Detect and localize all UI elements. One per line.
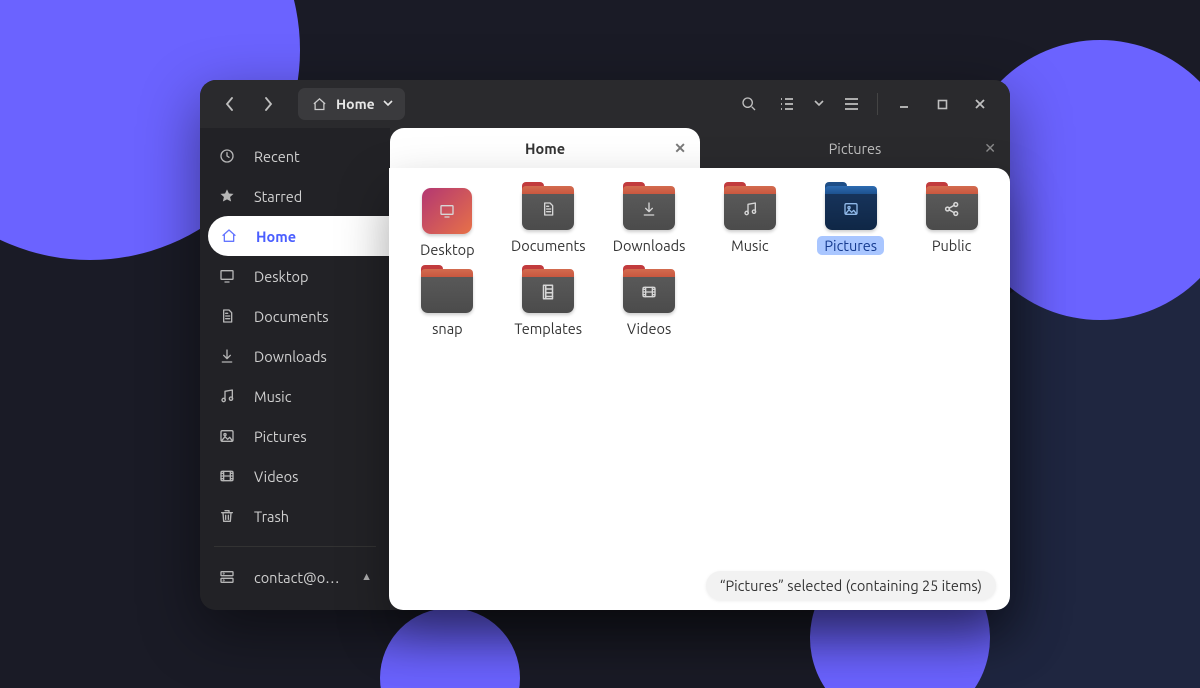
sidebar-item-label: Music bbox=[254, 388, 291, 405]
file-label: Public bbox=[925, 236, 979, 255]
view-list-button[interactable] bbox=[771, 88, 803, 120]
sidebar-item-label: Downloads bbox=[254, 348, 327, 365]
sidebar-mount-label: contact@o… bbox=[254, 569, 340, 586]
desktop-icon bbox=[218, 268, 236, 284]
sidebar-item-videos[interactable]: Videos bbox=[200, 456, 390, 496]
file-downloads[interactable]: Downloads bbox=[601, 184, 697, 263]
tab-label: Home bbox=[525, 140, 565, 157]
file-music[interactable]: Music bbox=[702, 184, 798, 263]
star-icon bbox=[218, 188, 236, 204]
download-icon bbox=[218, 348, 236, 364]
sidebar-item-label: Trash bbox=[254, 508, 289, 525]
file-label: Desktop bbox=[413, 240, 481, 259]
close-icon[interactable]: ✕ bbox=[674, 140, 686, 157]
sidebar-item-label: Starred bbox=[254, 188, 302, 205]
sidebar-separator bbox=[214, 546, 376, 547]
folder-icon bbox=[522, 188, 574, 230]
close-button[interactable] bbox=[964, 88, 996, 120]
status-text: “Pictures” selected (containing 25 items… bbox=[720, 577, 982, 594]
file-label: Downloads bbox=[606, 236, 693, 255]
close-icon[interactable]: ✕ bbox=[984, 140, 996, 157]
forward-button[interactable] bbox=[252, 88, 284, 120]
tab-label: Pictures bbox=[829, 140, 882, 157]
image-icon bbox=[218, 428, 236, 444]
chevron-down-icon bbox=[383, 100, 393, 108]
file-label: Music bbox=[724, 236, 775, 255]
titlebar: Home bbox=[200, 80, 1010, 128]
folder-icon bbox=[623, 271, 675, 313]
view-dropdown-button[interactable] bbox=[809, 88, 829, 120]
sidebar-item-music[interactable]: Music bbox=[200, 376, 390, 416]
home-icon bbox=[310, 97, 328, 112]
tab-bar: Home ✕ Pictures ✕ bbox=[390, 128, 1010, 168]
content-panel: Desktop Documents Downloads Music Pictures Pu… bbox=[389, 168, 1010, 610]
sidebar-item-label: Documents bbox=[254, 308, 329, 325]
sidebar-item-starred[interactable]: Starred bbox=[200, 176, 390, 216]
sidebar: Recent Starred Home Desktop Documents Downloa… bbox=[200, 128, 390, 610]
tab-pictures[interactable]: Pictures ✕ bbox=[700, 128, 1010, 168]
file-public[interactable]: Public bbox=[904, 184, 1000, 263]
server-icon bbox=[218, 569, 236, 585]
sidebar-item-documents[interactable]: Documents bbox=[200, 296, 390, 336]
main-panel: Home ✕ Pictures ✕ Desktop Documents Downlo… bbox=[390, 128, 1010, 610]
background-blob bbox=[380, 608, 520, 688]
sidebar-item-recent[interactable]: Recent bbox=[200, 136, 390, 176]
sidebar-item-label: Videos bbox=[254, 468, 298, 485]
file-grid: Desktop Documents Downloads Music Pictures Pu… bbox=[399, 184, 1000, 342]
file-manager-window: Home RecentStarredHo bbox=[200, 80, 1010, 610]
folder-icon bbox=[522, 271, 574, 313]
back-button[interactable] bbox=[214, 88, 246, 120]
file-snap[interactable]: snap bbox=[399, 267, 495, 342]
breadcrumb[interactable]: Home bbox=[298, 88, 405, 120]
doc-icon bbox=[522, 188, 574, 230]
titlebar-divider bbox=[877, 93, 878, 115]
sidebar-item-label: Home bbox=[256, 228, 296, 245]
template-icon bbox=[522, 271, 574, 313]
image-icon bbox=[825, 188, 877, 230]
breadcrumb-location: Home bbox=[336, 96, 375, 112]
video-icon bbox=[623, 271, 675, 313]
sidebar-item-label: Recent bbox=[254, 148, 300, 165]
clock-icon bbox=[218, 148, 236, 164]
hamburger-menu-button[interactable] bbox=[835, 88, 867, 120]
file-documents[interactable]: Documents bbox=[500, 184, 596, 263]
download-icon bbox=[623, 188, 675, 230]
folder-icon bbox=[421, 271, 473, 313]
file-label: Pictures bbox=[817, 236, 884, 255]
maximize-button[interactable] bbox=[926, 88, 958, 120]
folder-icon bbox=[623, 188, 675, 230]
desktop-icon bbox=[422, 188, 472, 234]
search-button[interactable] bbox=[733, 88, 765, 120]
file-label: snap bbox=[425, 319, 470, 338]
file-templates[interactable]: Templates bbox=[500, 267, 596, 342]
trash-icon bbox=[218, 508, 236, 524]
music-icon bbox=[724, 188, 776, 230]
sidebar-mount[interactable]: contact@o… ▲ bbox=[200, 557, 390, 597]
folder-icon bbox=[422, 188, 472, 234]
video-icon bbox=[218, 468, 236, 484]
doc-icon bbox=[218, 308, 236, 324]
file-videos[interactable]: Videos bbox=[601, 267, 697, 342]
file-label: Templates bbox=[507, 319, 589, 338]
sidebar-item-label: Pictures bbox=[254, 428, 307, 445]
sidebar-item-downloads[interactable]: Downloads bbox=[200, 336, 390, 376]
music-icon bbox=[218, 388, 236, 404]
home-icon bbox=[220, 228, 238, 244]
file-desktop[interactable]: Desktop bbox=[399, 184, 495, 263]
file-label: Documents bbox=[504, 236, 593, 255]
sidebar-item-label: Desktop bbox=[254, 268, 308, 285]
sidebar-item-desktop[interactable]: Desktop bbox=[200, 256, 390, 296]
folder-icon bbox=[825, 188, 877, 230]
status-bar: “Pictures” selected (containing 25 items… bbox=[706, 571, 996, 600]
sidebar-item-trash[interactable]: Trash bbox=[200, 496, 390, 536]
share-icon bbox=[926, 188, 978, 230]
folder-icon bbox=[724, 188, 776, 230]
sidebar-item-pictures[interactable]: Pictures bbox=[200, 416, 390, 456]
eject-icon[interactable]: ▲ bbox=[361, 571, 372, 583]
file-pictures[interactable]: Pictures bbox=[803, 184, 899, 263]
folder-icon bbox=[926, 188, 978, 230]
minimize-button[interactable] bbox=[888, 88, 920, 120]
tab-home[interactable]: Home ✕ bbox=[390, 128, 700, 168]
file-label: Videos bbox=[620, 319, 678, 338]
